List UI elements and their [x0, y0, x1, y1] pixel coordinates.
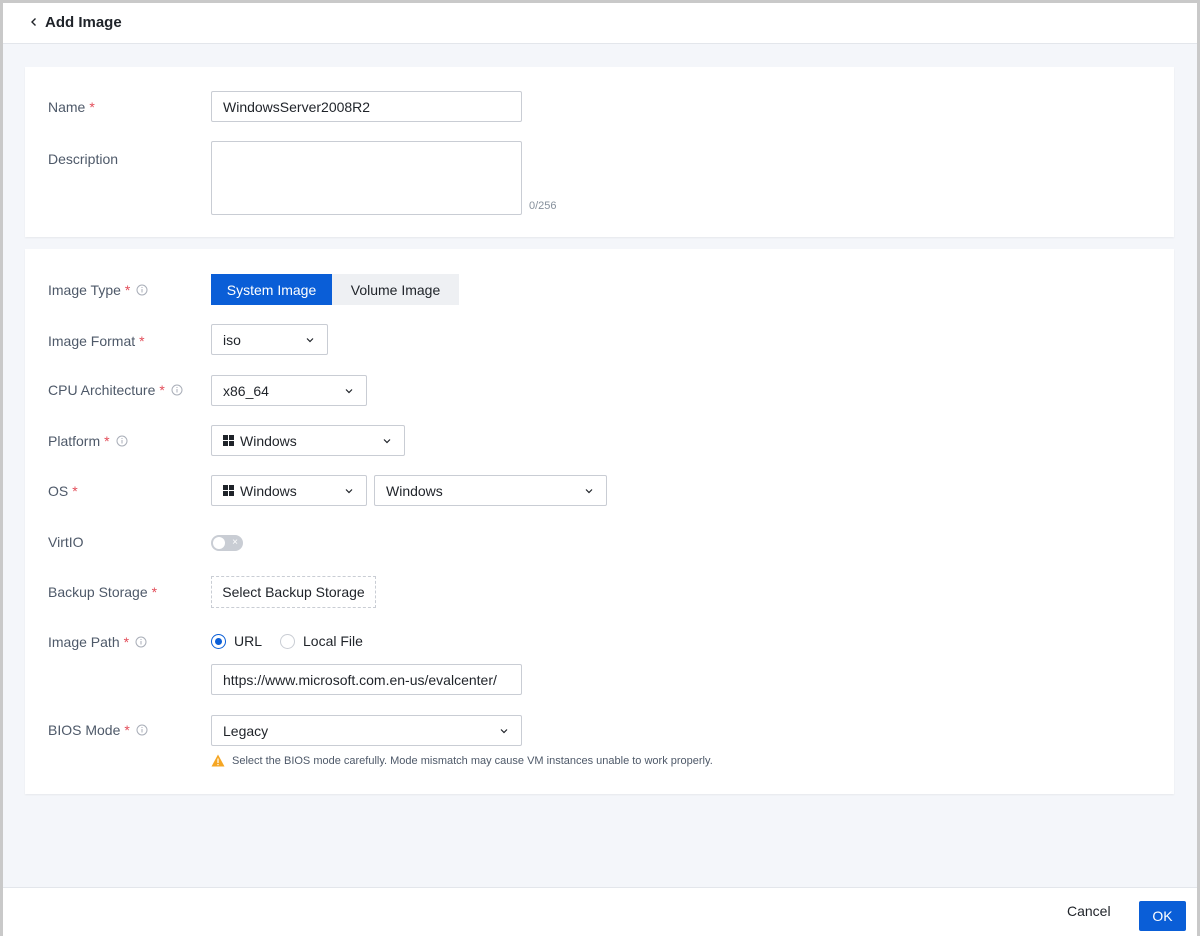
info-icon[interactable] — [135, 636, 147, 648]
name-input[interactable]: WindowsServer2008R2 — [211, 91, 522, 122]
url-radio-label[interactable]: URL — [234, 633, 262, 649]
back-button[interactable]: Add Image — [27, 11, 122, 33]
warning-icon — [211, 754, 225, 767]
chevron-down-icon — [500, 728, 508, 733]
local-file-radio-label[interactable]: Local File — [303, 633, 363, 649]
info-icon[interactable] — [136, 284, 148, 296]
image-format-select[interactable]: iso — [211, 324, 328, 355]
image-config-card: Image Type * System Image Volume Image Im… — [25, 249, 1174, 794]
bios-mode-label: BIOS Mode * — [48, 720, 148, 740]
image-type-label: Image Type * — [48, 280, 148, 300]
backup-storage-label: Backup Storage * — [48, 584, 158, 600]
url-radio[interactable] — [211, 633, 226, 649]
chevron-down-icon — [585, 488, 593, 493]
info-icon[interactable] — [171, 384, 183, 396]
description-counter: 0/256 — [529, 200, 557, 212]
cpu-architecture-label: CPU Architecture * — [48, 380, 183, 400]
page-title: Add Image — [45, 13, 122, 31]
image-type-volume-option[interactable]: Volume Image — [332, 274, 459, 305]
chevron-down-icon — [345, 488, 353, 493]
name-label: Name * — [48, 99, 95, 115]
toggle-knob — [213, 537, 225, 549]
chevron-down-icon — [306, 337, 314, 342]
basic-info-card: Name * WindowsServer2008R2 Description 0/… — [25, 67, 1174, 237]
description-textarea[interactable] — [211, 141, 522, 215]
os-label: OS * — [48, 483, 78, 499]
dialog-frame: Add Image Name * WindowsServer2008R2 Desc… — [0, 0, 1200, 936]
windows-icon — [223, 485, 234, 496]
os-version-select[interactable]: Windows — [374, 475, 607, 506]
virtio-toggle[interactable]: × — [211, 535, 243, 551]
cpu-architecture-select[interactable]: x86_64 — [211, 375, 367, 406]
chevron-down-icon — [345, 388, 353, 393]
platform-label: Platform * — [48, 431, 128, 451]
cancel-button[interactable]: Cancel — [1067, 903, 1111, 919]
image-path-radio-group: URL Local File — [211, 633, 381, 649]
windows-icon — [223, 435, 234, 446]
select-backup-storage-button[interactable]: Select Backup Storage — [211, 576, 376, 608]
info-icon[interactable] — [136, 724, 148, 736]
ok-button[interactable]: OK — [1139, 901, 1186, 931]
page-header: Add Image — [3, 3, 1197, 44]
chevron-down-icon — [383, 438, 391, 443]
chevron-left-icon — [31, 18, 36, 26]
bios-mode-select[interactable]: Legacy — [211, 715, 522, 746]
image-type-system-option[interactable]: System Image — [211, 274, 332, 305]
local-file-radio[interactable] — [280, 633, 296, 649]
info-icon[interactable] — [116, 435, 128, 447]
toggle-off-mark: × — [232, 537, 238, 548]
platform-select[interactable]: Windows — [211, 425, 405, 456]
image-format-label: Image Format * — [48, 333, 145, 349]
description-label: Description — [48, 151, 119, 167]
dialog-footer: Cancel OK — [3, 887, 1197, 936]
image-url-input[interactable]: https://www.microsoft.com.en-us/evalcent… — [211, 664, 522, 695]
bios-mode-warning: Select the BIOS mode carefully. Mode mis… — [211, 754, 713, 767]
os-family-select[interactable]: Windows — [211, 475, 367, 506]
virtio-label: VirtIO — [48, 534, 84, 550]
image-path-label: Image Path * — [48, 632, 147, 652]
